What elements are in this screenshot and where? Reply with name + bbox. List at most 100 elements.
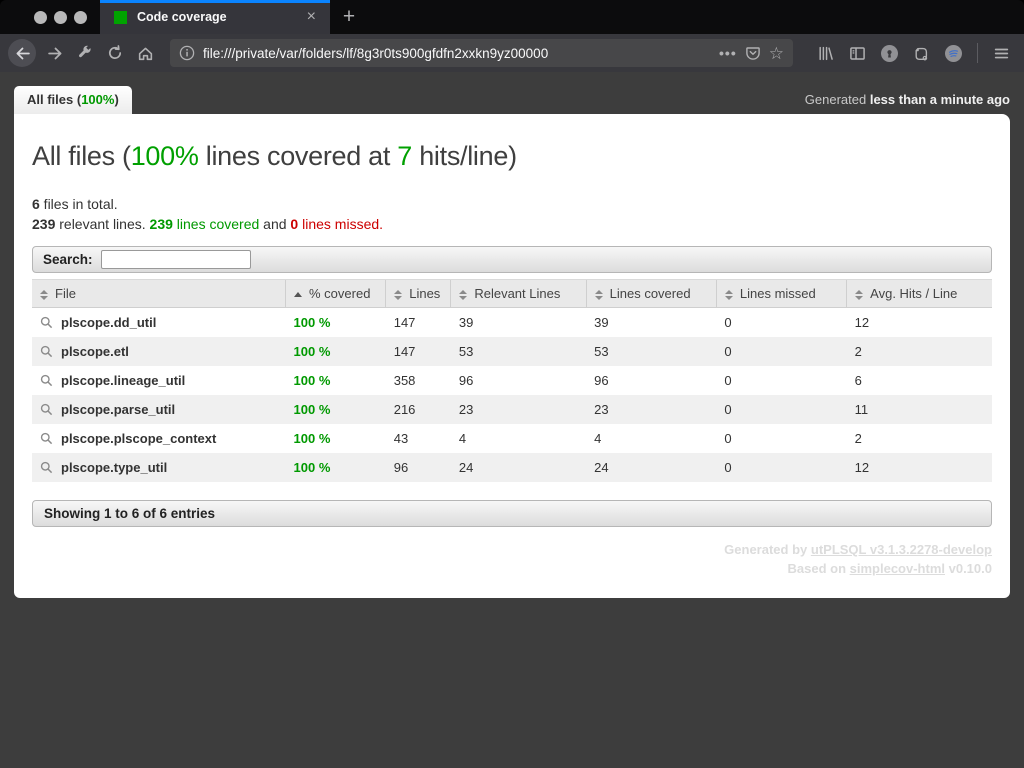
wrench-button[interactable] [70, 38, 100, 68]
title-hits: 7 [397, 141, 412, 171]
search-input[interactable] [101, 250, 251, 269]
toolbar-extension-icons [803, 43, 1016, 63]
url-text[interactable]: file:///private/var/folders/lf/8g3r0ts90… [203, 46, 711, 61]
reload-button[interactable] [100, 38, 130, 68]
lines-covered-cell: 39 [586, 308, 716, 338]
relevant-lines-cell: 96 [451, 366, 586, 395]
forward-button[interactable] [40, 38, 70, 68]
evernote-extension-icon[interactable] [913, 45, 930, 62]
lines-missed-cell: 0 [716, 337, 846, 366]
file-name-cell[interactable]: plscope.parse_util [32, 395, 286, 424]
avg-hits-cell: 12 [847, 308, 992, 338]
title-pre: All files ( [32, 141, 131, 171]
col-header-relevant-lines[interactable]: Relevant Lines [451, 280, 586, 308]
tab-title: Code coverage [137, 10, 303, 24]
swirl-icon [945, 45, 962, 62]
onepassword-extension-icon[interactable] [881, 45, 898, 62]
lines-missed-cell: 0 [716, 424, 846, 453]
simplecov-html-link[interactable]: simplecov-html [850, 561, 945, 576]
tab-close-icon[interactable]: × [303, 8, 320, 26]
site-info-icon[interactable] [179, 45, 195, 61]
showing-entries-bar: Showing 1 to 6 of 6 entries [32, 500, 992, 527]
percent-covered-cell: 100 % [286, 424, 386, 453]
all-files-tab-label-close: ) [114, 92, 118, 107]
generated-timestamp: Generated less than a minute ago [805, 92, 1010, 114]
sort-icon [595, 290, 603, 300]
wrench-icon [77, 45, 93, 61]
browser-window: Code coverage × + file:///private/var/fo… [0, 0, 1024, 768]
avg-hits-cell: 11 [847, 395, 992, 424]
home-button[interactable] [130, 38, 160, 68]
lines-missed-cell: 0 [716, 308, 846, 338]
lines-covered-cell: 23 [586, 395, 716, 424]
browser-tab-active[interactable]: Code coverage × [100, 0, 330, 34]
lines-cell: 147 [386, 337, 451, 366]
lines-cell: 216 [386, 395, 451, 424]
coverage-card: All files (100% lines covered at 7 hits/… [14, 114, 1010, 598]
bookmark-star-icon[interactable]: ☆ [769, 45, 784, 62]
all-files-tab[interactable]: All files (100%) [14, 86, 132, 114]
toolbar-separator [977, 43, 978, 63]
table-row[interactable]: plscope.etl 100 % 147 53 53 0 2 [32, 337, 992, 366]
page-favicon [114, 11, 127, 24]
avg-hits-cell: 2 [847, 424, 992, 453]
lines-cell: 43 [386, 424, 451, 453]
back-button[interactable] [8, 39, 36, 67]
search-bar: Search: [32, 246, 992, 273]
avg-hits-cell: 2 [847, 337, 992, 366]
file-name-cell[interactable]: plscope.type_util [32, 453, 286, 482]
col-header-file[interactable]: File [32, 280, 286, 308]
file-name-cell[interactable]: plscope.dd_util [32, 308, 286, 338]
utplsql-link[interactable]: utPLSQL v3.1.3.2278-develop [811, 542, 992, 557]
menu-hamburger-icon[interactable] [993, 45, 1010, 62]
col-header-avg-hits[interactable]: Avg. Hits / Line [847, 280, 992, 308]
lines-stats-line: 239 relevant lines. 239 lines covered an… [32, 214, 992, 234]
table-row[interactable]: plscope.plscope_context 100 % 43 4 4 0 2 [32, 424, 992, 453]
table-row[interactable]: plscope.parse_util 100 % 216 23 23 0 11 [32, 395, 992, 424]
lines-covered-cell: 4 [586, 424, 716, 453]
sort-icon [459, 290, 467, 300]
coverage-stats: 6 files in total. 239 relevant lines. 23… [32, 194, 992, 234]
col-header-lines-missed[interactable]: Lines missed [716, 280, 846, 308]
back-arrow-icon [14, 45, 31, 62]
pocket-icon[interactable] [745, 45, 761, 61]
sort-icon [725, 290, 733, 300]
table-row[interactable]: plscope.lineage_util 100 % 358 96 96 0 6 [32, 366, 992, 395]
macos-traffic-lights [0, 0, 100, 34]
sidebar-toggle-icon[interactable] [849, 45, 866, 62]
close-window-button[interactable] [34, 11, 47, 24]
table-row[interactable]: plscope.dd_util 100 % 147 39 39 0 12 [32, 308, 992, 338]
address-bar[interactable]: file:///private/var/folders/lf/8g3r0ts90… [170, 39, 793, 67]
col-header-percent-covered[interactable]: % covered [286, 280, 386, 308]
library-icon[interactable] [817, 45, 834, 62]
keyhole-icon [881, 45, 898, 62]
title-mid: lines covered at [199, 141, 398, 171]
avg-hits-cell: 12 [847, 453, 992, 482]
col-header-lines-covered[interactable]: Lines covered [586, 280, 716, 308]
lines-covered-cell: 96 [586, 366, 716, 395]
relevant-lines-cell: 39 [451, 308, 586, 338]
percent-covered-cell: 100 % [286, 395, 386, 424]
generated-value: less than a minute ago [870, 92, 1010, 107]
table-row[interactable]: plscope.type_util 100 % 96 24 24 0 12 [32, 453, 992, 482]
sort-asc-icon [294, 292, 302, 297]
coverage-table: File % covered Lines Relevant Lines Line… [32, 279, 992, 482]
blue-swirl-extension-icon[interactable] [945, 45, 962, 62]
lines-cell: 147 [386, 308, 451, 338]
percent-covered-cell: 100 % [286, 366, 386, 395]
magnifier-icon [40, 432, 53, 445]
new-tab-button[interactable]: + [330, 0, 368, 34]
file-name-cell[interactable]: plscope.plscope_context [32, 424, 286, 453]
title-post: hits/line) [412, 141, 517, 171]
lines-missed-cell: 0 [716, 395, 846, 424]
lines-missed-cell: 0 [716, 453, 846, 482]
percent-covered-cell: 100 % [286, 337, 386, 366]
file-name-cell[interactable]: plscope.lineage_util [32, 366, 286, 395]
minimize-window-button[interactable] [54, 11, 67, 24]
page-actions-icon[interactable]: ••• [719, 45, 737, 61]
forward-arrow-icon [47, 45, 64, 62]
reload-icon [107, 45, 123, 61]
zoom-window-button[interactable] [74, 11, 87, 24]
col-header-lines[interactable]: Lines [386, 280, 451, 308]
file-name-cell[interactable]: plscope.etl [32, 337, 286, 366]
